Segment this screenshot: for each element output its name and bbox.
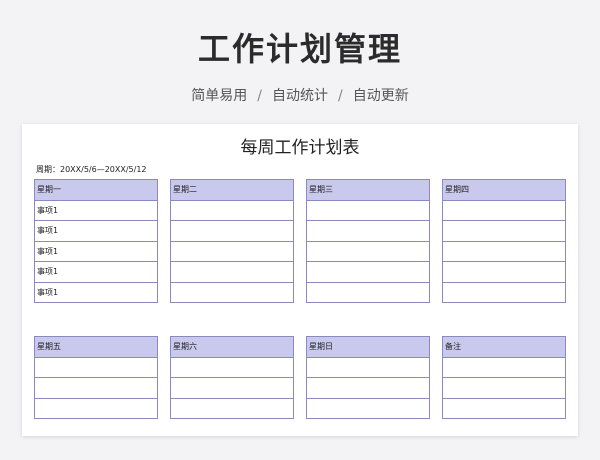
day-table-friday: 星期五 — [34, 336, 158, 419]
day-table-monday: 星期一 事项1 事项1 事项1 事项1 事项1 — [34, 179, 158, 303]
task-cell[interactable] — [306, 199, 430, 221]
day-header[interactable]: 星期二 — [170, 179, 294, 201]
feature-auto-stats: 自动统计 — [272, 88, 328, 104]
task-cell[interactable] — [442, 240, 566, 262]
feature-subtitle: 简单易用 / 自动统计 / 自动更新 — [0, 85, 600, 105]
task-cell[interactable] — [34, 356, 158, 378]
task-cell[interactable] — [306, 240, 430, 262]
sheet-title: 每周工作计划表 — [240, 138, 360, 158]
day-table-saturday: 星期六 — [170, 336, 294, 419]
day-header[interactable]: 星期四 — [442, 179, 566, 201]
task-cell[interactable] — [442, 199, 566, 221]
task-cell[interactable] — [170, 199, 294, 221]
day-table-sunday: 星期日 — [306, 336, 430, 419]
notes-cell[interactable] — [442, 356, 566, 378]
task-cell[interactable] — [306, 356, 430, 378]
task-cell[interactable] — [170, 220, 294, 242]
day-header[interactable]: 星期一 — [34, 179, 158, 201]
task-cell[interactable] — [170, 397, 294, 419]
task-cell[interactable] — [170, 261, 294, 283]
day-header[interactable]: 星期六 — [170, 336, 294, 358]
task-cell[interactable] — [306, 220, 430, 242]
task-cell[interactable] — [34, 397, 158, 419]
notes-cell[interactable] — [442, 397, 566, 419]
task-cell[interactable]: 事项1 — [34, 220, 158, 242]
task-cell[interactable] — [442, 261, 566, 283]
task-cell[interactable]: 事项1 — [34, 240, 158, 262]
page-title: 工作计划管理 — [197, 30, 402, 68]
task-cell[interactable]: 事项1 — [34, 281, 158, 303]
period-label: 周期：20XX/5/6—20XX/5/12 — [36, 165, 147, 174]
notes-cell[interactable] — [442, 377, 566, 399]
task-cell[interactable] — [170, 281, 294, 303]
day-header[interactable]: 星期日 — [306, 336, 430, 358]
feature-auto-update: 自动更新 — [352, 88, 409, 104]
task-cell[interactable] — [306, 377, 430, 399]
separator: / — [257, 88, 262, 104]
day-table-wednesday: 星期三 — [306, 179, 430, 303]
task-cell[interactable] — [306, 397, 430, 419]
task-cell[interactable] — [170, 377, 294, 399]
task-cell[interactable] — [442, 220, 566, 242]
task-cell[interactable]: 事项1 — [34, 199, 158, 221]
day-header[interactable]: 星期五 — [34, 336, 158, 358]
separator: / — [338, 88, 343, 104]
day-table-thursday: 星期四 — [442, 179, 566, 303]
task-cell[interactable] — [306, 261, 430, 283]
task-cell[interactable] — [170, 356, 294, 378]
notes-header[interactable]: 备注 — [442, 336, 566, 358]
weekly-plan-sheet: 每周工作计划表 周期：20XX/5/6—20XX/5/12 星期一 事项1 事项… — [22, 124, 578, 436]
task-cell[interactable] — [306, 281, 430, 303]
task-cell[interactable] — [170, 240, 294, 262]
notes-table: 备注 — [442, 336, 566, 419]
task-cell[interactable] — [442, 281, 566, 303]
task-cell[interactable]: 事项1 — [34, 261, 158, 283]
day-table-tuesday: 星期二 — [170, 179, 294, 303]
task-cell[interactable] — [34, 377, 158, 399]
feature-easy: 简单易用 — [191, 88, 248, 104]
day-header[interactable]: 星期三 — [306, 179, 430, 201]
